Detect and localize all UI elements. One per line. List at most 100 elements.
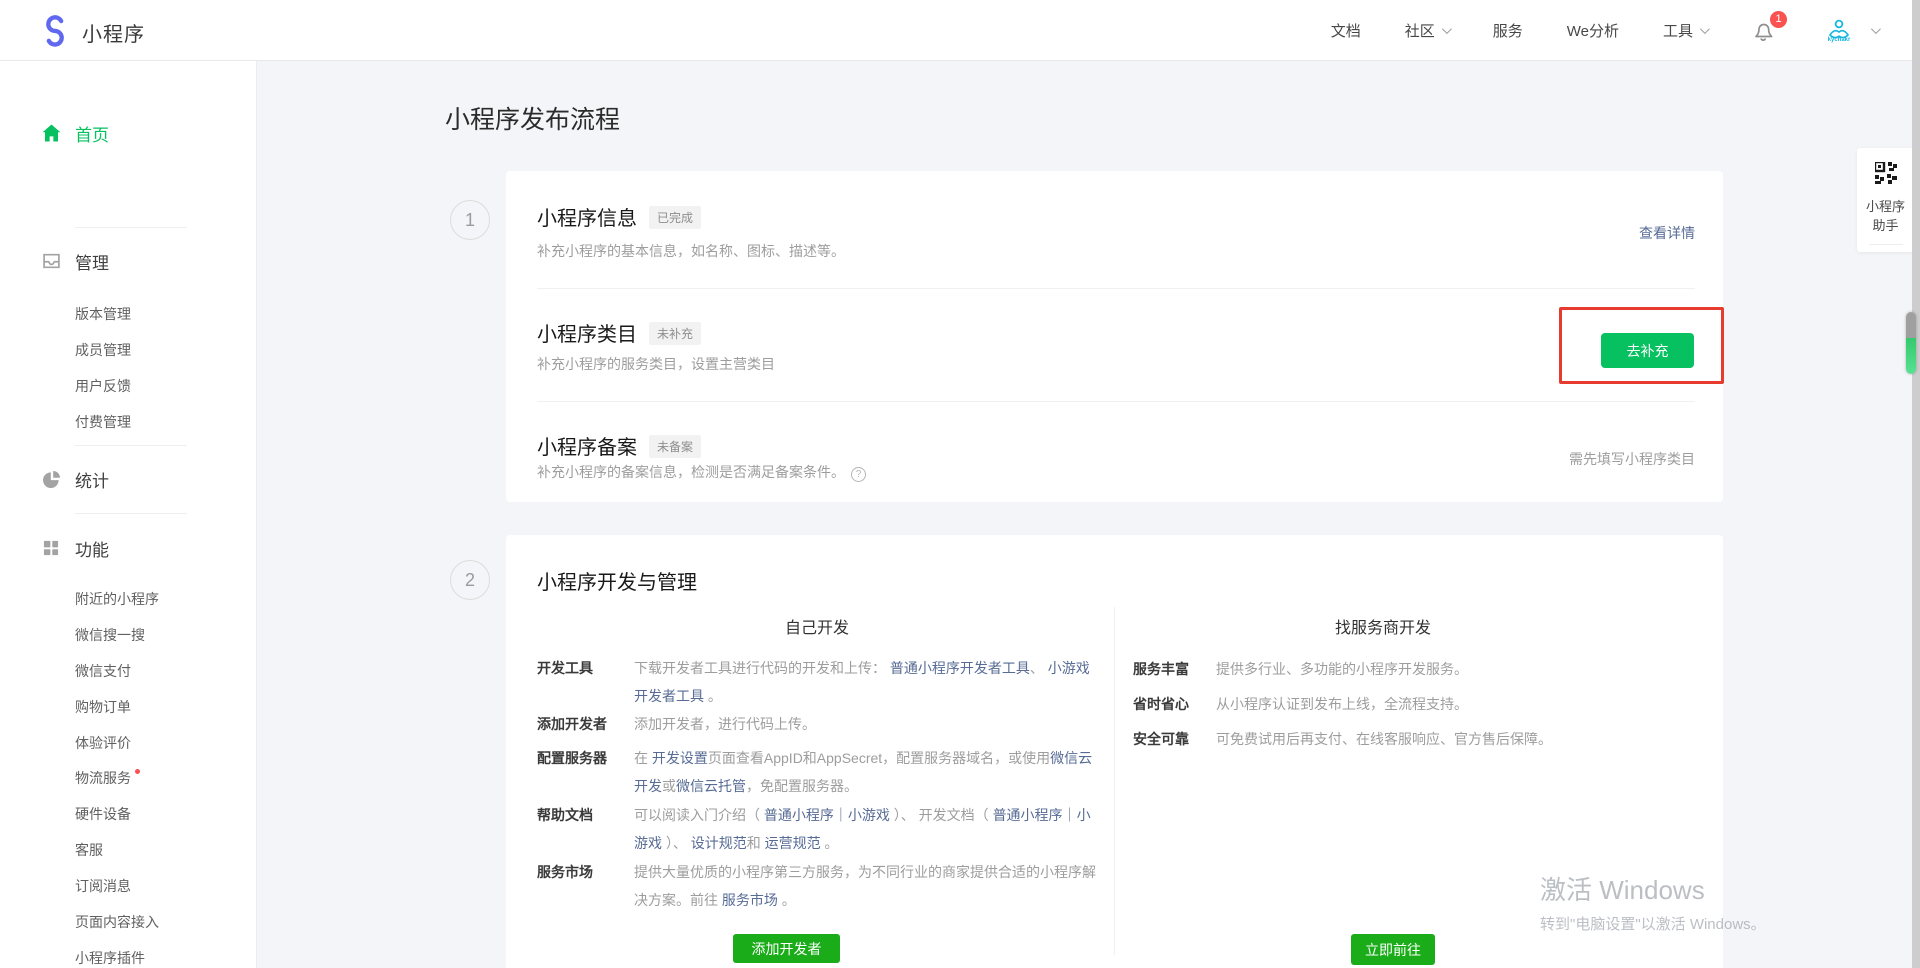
- row-title-icp: 小程序备案未备案: [537, 431, 701, 460]
- sidebar-section-manage[interactable]: 管理: [0, 249, 257, 273]
- sidebar: 首页 管理 版本管理 成员管理 用户反馈 付费管理 统计 功能 附近的小程序: [0, 61, 257, 968]
- inline-link[interactable]: 普通小程序开发者工具: [890, 660, 1030, 676]
- divider: [537, 401, 1695, 402]
- sidebar-item-payment[interactable]: 付费管理: [75, 412, 131, 432]
- inline-link[interactable]: 普通小程序: [764, 807, 834, 823]
- sidebar-item-subscribe-message[interactable]: 订阅消息: [75, 876, 131, 896]
- row-title-info: 小程序信息已完成: [537, 202, 701, 231]
- provider-row-text: 提供多行业、多功能的小程序开发服务。: [1216, 655, 1686, 683]
- inline-link[interactable]: 普通小程序: [993, 807, 1063, 823]
- chevron-down-icon: [1442, 24, 1452, 34]
- sidebar-item-members[interactable]: 成员管理: [75, 340, 131, 360]
- inline-link[interactable]: 小游戏: [848, 807, 890, 823]
- fill-category-button[interactable]: 去补充: [1601, 333, 1694, 368]
- page: 小程序 文档 社区 服务 We分析 工具 1 kychakr: [0, 0, 1920, 968]
- notification-badge: 1: [1770, 11, 1787, 28]
- sidebar-item-version[interactable]: 版本管理: [75, 304, 131, 324]
- chevron-down-icon: [1700, 24, 1710, 34]
- scrollbar-thumb-green: [1906, 338, 1916, 374]
- sidebar-item-customer-service[interactable]: 客服: [75, 840, 103, 860]
- row-desc-category: 补充小程序的服务类目，设置主营类目: [537, 354, 775, 374]
- row-desc-icp: 补充小程序的备案信息，检测是否满足备案条件。?: [537, 462, 866, 482]
- scrollbar-thumb-gray: [1906, 312, 1916, 338]
- sidebar-section-statistics[interactable]: 统计: [0, 467, 257, 491]
- inline-link[interactable]: ｜: [834, 807, 848, 823]
- miniprogram-assistant-widget[interactable]: 小程序助手: [1857, 148, 1914, 252]
- divider: [1869, 244, 1903, 245]
- inline-link[interactable]: ｜: [1063, 807, 1077, 823]
- column-divider: [1114, 607, 1115, 955]
- top-nav: 文档 社区 服务 We分析 工具 1 kychakr: [1331, 0, 1878, 61]
- inline-link[interactable]: 服务市场: [722, 892, 778, 908]
- status-badge-icp: 未备案: [649, 435, 701, 458]
- chevron-down-icon[interactable]: [1871, 24, 1881, 34]
- status-badge-done: 已完成: [649, 206, 701, 229]
- home-icon: [40, 122, 62, 144]
- sidebar-item-nearby[interactable]: 附近的小程序: [75, 589, 159, 609]
- avatar-name: kychakr: [1828, 37, 1851, 43]
- divider: [537, 288, 1695, 289]
- row-title-category: 小程序类目未补充: [537, 318, 701, 347]
- sidebar-item-home[interactable]: 首页: [0, 121, 257, 145]
- view-details-link[interactable]: 查看详情: [1639, 223, 1695, 243]
- provider-row-text: 从小程序认证到发布上线，全流程支持。: [1216, 690, 1686, 718]
- provider-header: 找服务商开发: [1133, 614, 1633, 638]
- inbox-icon: [40, 250, 62, 272]
- nav-docs[interactable]: 文档: [1331, 20, 1361, 41]
- help-icon[interactable]: ?: [851, 467, 866, 482]
- dev-row-text: 下载开发者工具进行代码的开发和上传： 普通小程序开发者工具、 小游戏开发者工具 …: [634, 654, 1099, 710]
- scrollbar-track[interactable]: [1912, 0, 1920, 968]
- provider-row-text: 可免费试用后再支付、在线客服响应、官方售后保障。: [1216, 725, 1686, 753]
- self-dev-header: 自己开发: [537, 614, 1097, 638]
- sidebar-item-experience[interactable]: 体验评价: [75, 733, 131, 753]
- icp-precondition-note: 需先填写小程序类目: [1569, 449, 1695, 469]
- scrollbar-thumb[interactable]: [1906, 312, 1916, 374]
- inline-link[interactable]: 微信云托管: [676, 778, 746, 794]
- inline-link[interactable]: 运营规范: [765, 835, 821, 851]
- qr-code-icon: [1875, 162, 1897, 189]
- inline-link[interactable]: 开发设置: [652, 750, 708, 766]
- miniprogram-logo-icon: [38, 13, 72, 52]
- inline-link[interactable]: 设计规范: [691, 835, 747, 851]
- nav-we-analytics[interactable]: We分析: [1567, 20, 1619, 41]
- divider: [75, 445, 187, 446]
- self-dev-column: 自己开发 开发工具 下载开发者工具进行代码的开发和上传： 普通小程序开发者工具、…: [537, 535, 1114, 968]
- row-desc-info: 补充小程序的基本信息，如名称、图标、描述等。: [537, 241, 845, 261]
- divider: [75, 227, 187, 228]
- avatar[interactable]: kychakr: [1821, 13, 1857, 49]
- go-now-button[interactable]: 立即前往: [1351, 934, 1435, 965]
- sidebar-item-logistics[interactable]: 物流服务: [75, 768, 140, 788]
- dev-row-text: 在 开发设置页面查看AppID和AppSecret，配置服务器域名，或使用微信云…: [634, 744, 1099, 800]
- dev-row-text: 添加开发者，进行代码上传。: [634, 710, 1099, 738]
- sidebar-item-page-content[interactable]: 页面内容接入: [75, 912, 159, 932]
- sidebar-item-search[interactable]: 微信搜一搜: [75, 625, 145, 645]
- nav-tools[interactable]: 工具: [1663, 20, 1707, 41]
- assistant-label: 小程序助手: [1866, 197, 1905, 235]
- dev-row-text: 可以阅读入门介绍（ 普通小程序｜小游戏 ）、 开发文档（ 普通小程序｜小游戏 ）…: [634, 801, 1099, 857]
- top-header: 小程序 文档 社区 服务 We分析 工具 1 kychakr: [0, 0, 1920, 61]
- service-provider-column: 找服务商开发 服务丰富 提供多行业、多功能的小程序开发服务。 省时省心 从小程序…: [1133, 535, 1695, 968]
- new-dot: [135, 769, 140, 774]
- sidebar-item-wechat-pay[interactable]: 微信支付: [75, 661, 131, 681]
- sidebar-item-orders[interactable]: 购物订单: [75, 697, 131, 717]
- grid-icon: [40, 537, 62, 559]
- dev-row-text: 提供大量优质的小程序第三方服务，为不同行业的商家提供合适的小程序解决方案。前往 …: [634, 858, 1099, 914]
- step-1-card: 小程序信息已完成 补充小程序的基本信息，如名称、图标、描述等。 查看详情 小程序…: [506, 171, 1723, 502]
- app-logo-text: 小程序: [82, 18, 145, 47]
- status-badge-category: 未补充: [649, 322, 701, 345]
- nav-community[interactable]: 社区: [1405, 20, 1449, 41]
- add-developer-button[interactable]: 添加开发者: [733, 934, 840, 963]
- sidebar-item-hardware[interactable]: 硬件设备: [75, 804, 131, 824]
- pie-chart-icon: [40, 468, 62, 490]
- app-logo[interactable]: 小程序: [38, 13, 145, 52]
- step-2-card: 小程序开发与管理 自己开发 开发工具 下载开发者工具进行代码的开发和上传： 普通…: [506, 535, 1723, 968]
- notification-bell-icon[interactable]: 1: [1751, 18, 1777, 44]
- sidebar-section-features[interactable]: 功能: [0, 536, 257, 560]
- step-2-number: 2: [450, 560, 490, 600]
- page-title: 小程序发布流程: [445, 100, 620, 136]
- sidebar-item-feedback[interactable]: 用户反馈: [75, 376, 131, 396]
- step-1-number: 1: [450, 200, 490, 240]
- sidebar-item-plugins[interactable]: 小程序插件: [75, 948, 145, 968]
- nav-services[interactable]: 服务: [1493, 20, 1523, 41]
- divider: [75, 513, 187, 514]
